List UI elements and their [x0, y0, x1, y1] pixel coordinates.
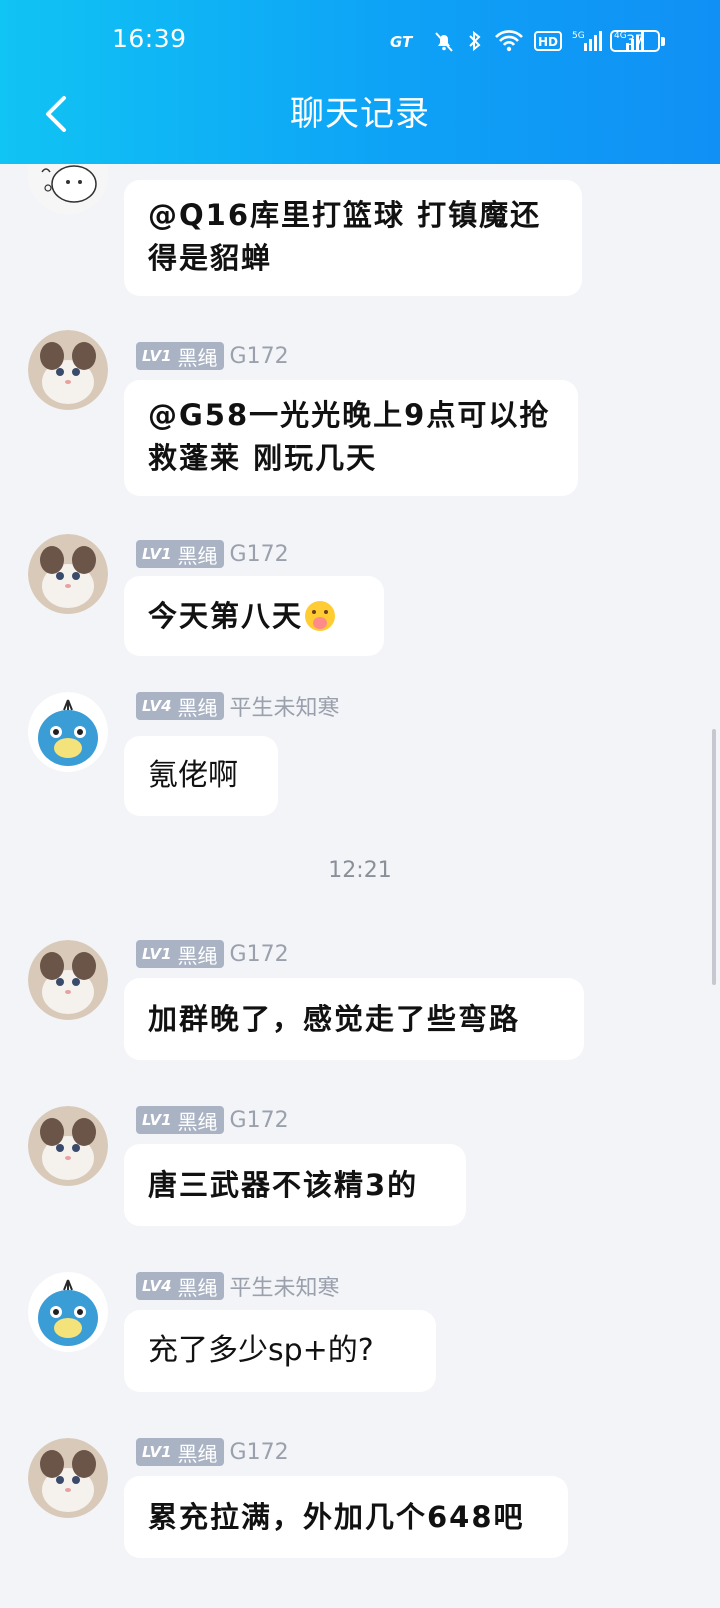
- sender-name[interactable]: G172: [230, 1440, 289, 1465]
- svg-text:HD: HD: [538, 35, 558, 49]
- level-badge: LV1 黑绳: [136, 1106, 224, 1134]
- sender-meta: LV1 黑绳 G172: [136, 1106, 289, 1134]
- level-badge: LV1 黑绳: [136, 342, 224, 370]
- mute-bell-icon: [435, 32, 453, 52]
- sender-name[interactable]: 平生未知寒: [230, 690, 340, 722]
- message-bubble[interactable]: 累充拉满，外加几个648吧: [124, 1476, 568, 1558]
- page-title: 聊天记录: [290, 94, 430, 134]
- sender-name[interactable]: 平生未知寒: [230, 1270, 340, 1302]
- message-bubble[interactable]: 今天第八天: [124, 576, 384, 656]
- status-bar: 16:39 GT HD 5G 4G 37: [0, 0, 720, 84]
- sender-meta: LV4 黑绳 平生未知寒: [136, 1270, 340, 1302]
- sender-name[interactable]: G172: [230, 1108, 289, 1133]
- status-icons: GT HD 5G 4G: [390, 26, 646, 56]
- header-bar: 16:39 GT HD 5G 4G 37 聊天记录: [0, 0, 720, 164]
- message-bubble[interactable]: 氪佬啊: [124, 736, 278, 816]
- sender-name[interactable]: G172: [230, 942, 289, 967]
- svg-text:GT: GT: [390, 33, 414, 51]
- praying-hands-emoji: [305, 601, 336, 631]
- chat-history[interactable]: @Q16库里打篮球 打镇魔还得是貂蝉 LV1 黑绳 G172 @G58一光光晚上9…: [0, 164, 720, 1608]
- sender-name[interactable]: G172: [230, 542, 289, 567]
- avatar[interactable]: [28, 534, 108, 614]
- wifi-icon: [495, 30, 523, 52]
- signal-5g-icon: 5G: [572, 31, 602, 51]
- avatar[interactable]: [28, 1106, 108, 1186]
- avatar[interactable]: [28, 1438, 108, 1518]
- time-divider: 12:21: [328, 858, 392, 883]
- level-badge: LV4 黑绳: [136, 1272, 224, 1300]
- hd-icon: HD: [534, 31, 562, 51]
- svg-text:5G: 5G: [572, 31, 585, 41]
- gt-icon: GT: [390, 33, 414, 51]
- avatar[interactable]: [28, 164, 108, 214]
- message-bubble[interactable]: @G58一光光晚上9点可以抢救蓬莱 刚玩几天: [124, 380, 578, 496]
- status-time: 16:39: [112, 24, 187, 53]
- sender-meta: LV1 黑绳 G172: [136, 1438, 289, 1466]
- avatar[interactable]: [28, 692, 108, 772]
- bluetooth-icon: [469, 30, 481, 52]
- scrollbar[interactable]: [712, 729, 716, 985]
- battery-tip: [661, 37, 665, 46]
- avatar[interactable]: [28, 940, 108, 1020]
- sender-meta: LV1 黑绳 G172: [136, 540, 289, 568]
- sender-meta: LV1 黑绳 G172: [136, 342, 289, 370]
- sender-meta: LV4 黑绳 平生未知寒: [136, 690, 340, 722]
- level-badge: LV1 黑绳: [136, 540, 224, 568]
- sender-name[interactable]: G172: [230, 344, 289, 369]
- message-bubble[interactable]: 唐三武器不该精3的: [124, 1144, 466, 1226]
- level-badge: LV1 黑绳: [136, 1438, 224, 1466]
- avatar[interactable]: [28, 330, 108, 410]
- message-bubble[interactable]: @Q16库里打篮球 打镇魔还得是貂蝉: [124, 180, 582, 296]
- message-bubble[interactable]: 充了多少sp+的?: [124, 1310, 436, 1392]
- sender-meta: LV1 黑绳 G172: [136, 940, 289, 968]
- avatar[interactable]: [28, 1272, 108, 1352]
- message-bubble[interactable]: 加群晚了，感觉走了些弯路: [124, 978, 584, 1060]
- battery-icon: 37: [610, 30, 660, 52]
- level-badge: LV4 黑绳: [136, 692, 224, 720]
- level-badge: LV1 黑绳: [136, 940, 224, 968]
